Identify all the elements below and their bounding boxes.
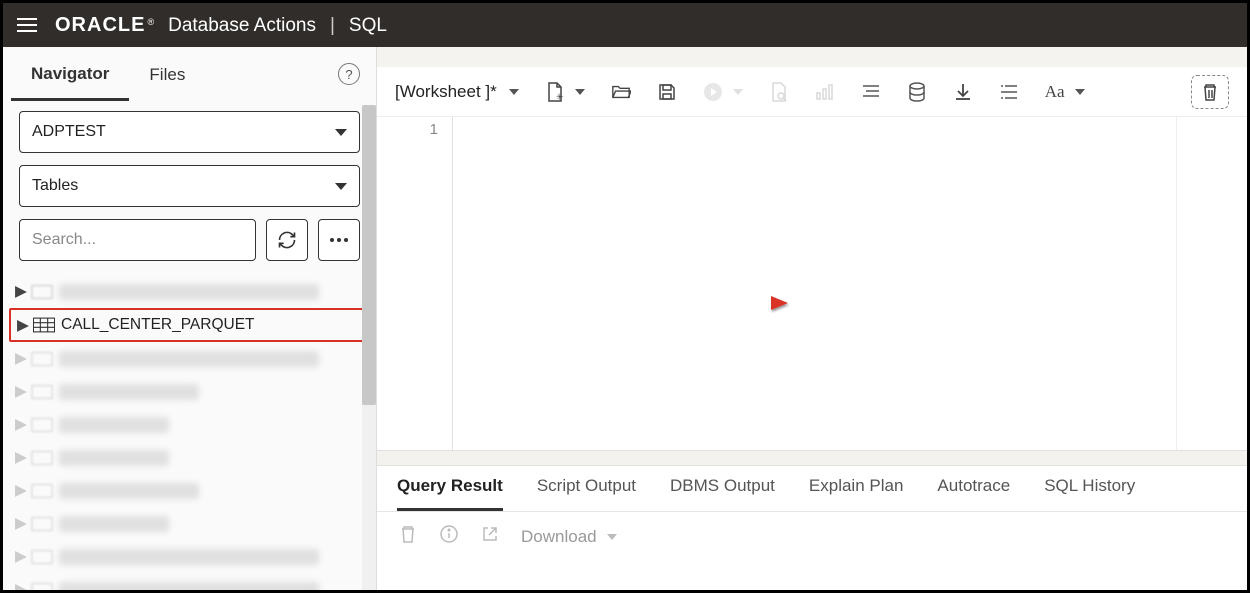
ellipsis-icon [330, 238, 348, 242]
save-icon [657, 82, 677, 102]
sql-editor[interactable]: 1 [377, 117, 1247, 450]
svg-text:✳: ✳ [556, 92, 564, 102]
chevron-down-icon [509, 89, 519, 95]
download-results-button[interactable]: Download [521, 527, 617, 547]
result-actions: Download [377, 512, 1247, 561]
tree-item[interactable]: ▶ [9, 540, 370, 573]
new-file-button[interactable]: ✳ [545, 82, 585, 102]
tab-dbms-output[interactable]: DBMS Output [670, 476, 775, 511]
worksheet-label: [Worksheet ]* [395, 82, 497, 102]
document-magnify-icon [769, 82, 789, 102]
search-placeholder: Search... [32, 231, 96, 249]
tab-query-result[interactable]: Query Result [397, 476, 503, 511]
info-icon[interactable] [439, 524, 459, 549]
results-panel: Query Result Script Output DBMS Output E… [377, 466, 1247, 590]
open-new-icon[interactable] [481, 525, 499, 548]
sql-toolbar: [Worksheet ]* ✳ [377, 67, 1247, 117]
line-number: 1 [377, 121, 438, 138]
code-outline-button[interactable] [999, 82, 1019, 102]
object-tree: ▶ ▶ CALL_CENTER_PARQUET ▶ ▶ ▶ ▶ ▶ ▶ ▶ ▶ [3, 271, 376, 590]
tree-item[interactable]: ▶ [9, 275, 370, 308]
editor-body[interactable] [453, 117, 1247, 450]
explain-plan-button[interactable] [769, 82, 789, 102]
chevron-down-icon [335, 183, 347, 190]
object-type-select[interactable]: Tables [19, 165, 360, 207]
chevron-down-icon [575, 89, 585, 95]
run-button[interactable] [703, 82, 743, 102]
download-icon [953, 82, 973, 102]
table-icon [33, 317, 55, 333]
tab-explain-plan[interactable]: Explain Plan [809, 476, 904, 511]
object-type-select-value: Tables [32, 177, 78, 195]
tree-item[interactable]: ▶ [9, 408, 370, 441]
open-file-button[interactable] [611, 82, 631, 102]
format-icon [861, 82, 881, 102]
sidebar-tabs: Navigator Files ? [3, 47, 376, 101]
result-tabs: Query Result Script Output DBMS Output E… [377, 466, 1247, 512]
chevron-down-icon [607, 534, 617, 540]
trash-icon [1200, 82, 1220, 102]
brand-section: SQL [349, 15, 387, 37]
expand-icon: ▶ [17, 316, 27, 335]
main-panel: [Worksheet ]* ✳ [377, 47, 1247, 590]
font-size-button[interactable]: Aa [1045, 82, 1085, 102]
panel-resizer[interactable] [377, 450, 1247, 466]
tab-autotrace[interactable]: Autotrace [937, 476, 1010, 511]
clear-button[interactable] [1191, 75, 1229, 109]
tab-files[interactable]: Files [129, 49, 205, 99]
tab-navigator[interactable]: Navigator [11, 48, 129, 101]
data-load-button[interactable] [907, 82, 927, 102]
download-editor-button[interactable] [953, 82, 973, 102]
outline-icon [999, 82, 1019, 102]
new-file-icon: ✳ [545, 82, 565, 102]
editor-gutter: 1 [377, 117, 453, 450]
chevron-down-icon [733, 89, 743, 95]
brand-title: ORACLE® Database Actions | SQL [55, 14, 387, 37]
worksheet-selector[interactable]: [Worksheet ]* [395, 82, 519, 102]
save-button[interactable] [657, 82, 677, 102]
chevron-down-icon [1075, 89, 1085, 95]
tree-item-call-center-parquet[interactable]: ▶ CALL_CENTER_PARQUET [9, 308, 370, 342]
refresh-icon [277, 230, 297, 250]
brand-logo-text: ORACLE [55, 14, 145, 37]
play-icon [703, 82, 723, 102]
database-icon [907, 82, 927, 102]
tree-item[interactable]: ▶ [9, 342, 370, 375]
tab-script-output[interactable]: Script Output [537, 476, 636, 511]
help-icon[interactable]: ? [338, 63, 360, 85]
tab-sql-history[interactable]: SQL History [1044, 476, 1135, 511]
chart-icon [815, 82, 835, 102]
tree-item-label: CALL_CENTER_PARQUET [61, 316, 255, 334]
sidebar-scrollbar[interactable] [362, 105, 376, 590]
refresh-button[interactable] [266, 219, 308, 261]
search-input[interactable]: Search... [19, 219, 256, 261]
top-bar: ORACLE® Database Actions | SQL [3, 3, 1247, 47]
schema-select[interactable]: ADPTEST [19, 111, 360, 153]
download-label: Download [521, 527, 597, 547]
autotrace-button[interactable] [815, 82, 835, 102]
format-button[interactable] [861, 82, 881, 102]
brand-product: Database Actions [168, 15, 316, 37]
more-actions-button[interactable] [318, 219, 360, 261]
trash-icon[interactable] [399, 524, 417, 549]
menu-icon[interactable] [17, 18, 37, 32]
tree-item[interactable]: ▶ [9, 441, 370, 474]
chevron-down-icon [335, 129, 347, 136]
navigator-sidebar: Navigator Files ? ADPTEST Tables Search.… [3, 47, 377, 590]
folder-open-icon [611, 82, 631, 102]
font-size-label: Aa [1045, 82, 1065, 102]
tree-item[interactable]: ▶ [9, 507, 370, 540]
tree-item[interactable]: ▶ [9, 375, 370, 408]
tree-item[interactable]: ▶ [9, 573, 370, 590]
tree-item[interactable]: ▶ [9, 474, 370, 507]
schema-select-value: ADPTEST [32, 123, 106, 141]
